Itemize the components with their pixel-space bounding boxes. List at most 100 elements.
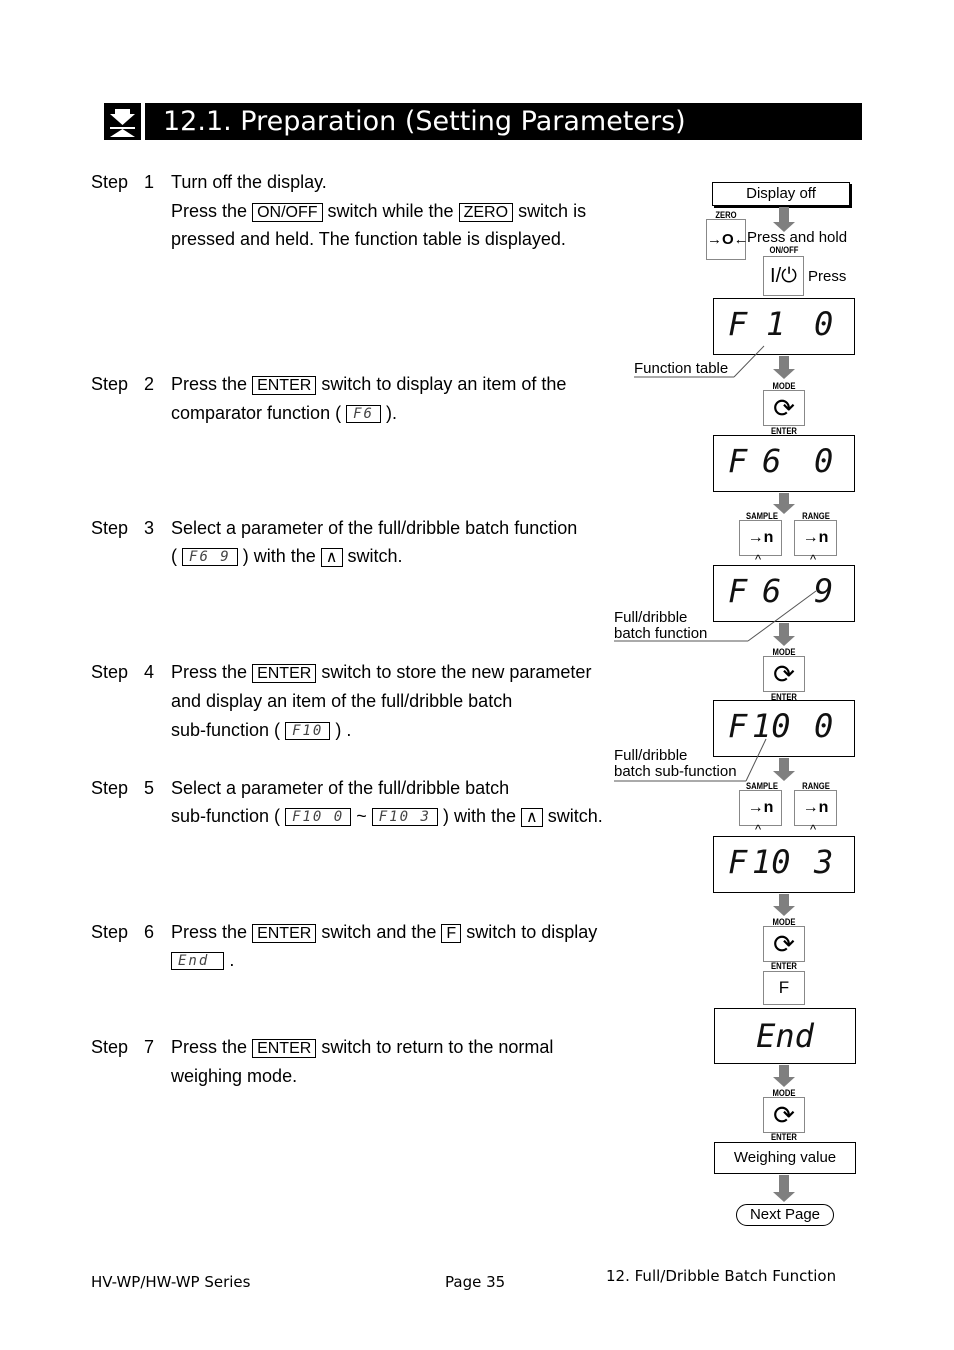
text: switch. [547, 806, 603, 826]
sample-up-button-icon: →n [739, 790, 782, 826]
lcd-char: F [728, 442, 748, 480]
mode-enter-button-icon: ⟳ [763, 926, 805, 962]
step-text: pressed and held. The function table is … [171, 229, 566, 249]
step-text: sub-function ( F10 0 ~ F10 3 ) with the … [171, 806, 603, 827]
text: switch while the [327, 201, 454, 221]
text: ) with the [442, 806, 516, 826]
onoff-key: ON/OFF [252, 203, 323, 222]
enter-key: ENTER [252, 664, 317, 683]
step-label: Step [91, 778, 129, 798]
step-number: 7 [144, 1037, 155, 1057]
lcd-display-end: End [714, 1008, 856, 1064]
step-label: Step [91, 922, 129, 942]
batch-function-note-line1: Full/dribble [614, 609, 688, 626]
weighing-value-box: Weighing value [714, 1142, 856, 1174]
step-text: Select a parameter of the full/dribble b… [171, 518, 578, 538]
text: . [229, 950, 235, 970]
step-number: 4 [144, 662, 155, 682]
flow-arrow [773, 758, 795, 781]
text: ) with the [242, 546, 316, 566]
enter-key: ENTER [252, 376, 317, 395]
lcd-char: F [728, 305, 748, 343]
lcd-display: F 10 3 [713, 836, 855, 893]
text: switch and the [321, 922, 437, 942]
step-number: 5 [144, 778, 155, 798]
text: switch to display [466, 922, 598, 942]
step-label: Step [91, 518, 129, 538]
step-text: comparator function ( F6 ). [171, 403, 397, 424]
up-caret-icon: ^ [810, 822, 817, 837]
text: switch to display an item of the [321, 374, 567, 394]
flow-arrow [773, 1175, 795, 1202]
text: switch to return to the normal [321, 1037, 554, 1057]
lcd-char: 10 [752, 843, 791, 881]
next-page-link[interactable]: Next Page [736, 1204, 834, 1226]
batch-sub-note-line1: Full/dribble [614, 747, 688, 764]
text: comparator function ( [171, 403, 342, 423]
up-caret-icon: ^ [755, 822, 762, 837]
segment-display-inline: F10 3 [371, 808, 438, 827]
lcd-char: F [728, 843, 748, 881]
step-text: weighing mode. [171, 1066, 298, 1086]
step-text: Press the ON/OFF switch while the ZERO s… [171, 201, 586, 222]
weighing-icon [104, 103, 141, 140]
flow-arrow [773, 1065, 795, 1087]
flow-arrow [773, 493, 795, 514]
text: ). [385, 403, 397, 423]
segment-display-inline: F10 [285, 722, 331, 741]
mode-enter-button-icon: ⟳ [763, 1097, 805, 1133]
up-key: ∧ [521, 808, 543, 827]
footer-page: Page 35 [445, 1273, 506, 1291]
f-button: F [763, 971, 805, 1005]
step-number: 2 [144, 374, 155, 394]
display-off-box: Display off [712, 182, 850, 206]
zero-button-icon: →O← [706, 219, 749, 260]
lcd-blinking-char: 0 [814, 707, 834, 745]
segment-display-inline: End [171, 952, 225, 971]
text: ~ [356, 806, 367, 826]
step-number: 3 [144, 518, 155, 538]
text: Press the [171, 922, 248, 942]
footer-section: 12. Full/Dribble Batch Function [606, 1267, 837, 1285]
text: Press the [171, 1037, 248, 1057]
step-text: sub-function ( F10 ) . [171, 720, 352, 741]
text: switch. [347, 546, 403, 566]
segment-display-inline: F10 0 [285, 808, 352, 827]
function-table-note: Function table [634, 360, 729, 377]
step-label: Step [91, 1037, 129, 1057]
step-text: Select a parameter of the full/dribble b… [171, 778, 510, 798]
step-text: Press the ENTER switch to display an ite… [171, 374, 566, 395]
text: Press the [171, 662, 248, 682]
enter-caption: ENTER [771, 961, 797, 971]
sample-up-button-icon: →n [739, 520, 782, 556]
zero-key: ZERO [458, 203, 514, 222]
flow-arrow [773, 207, 795, 232]
flow-arrow [773, 623, 795, 646]
step-text: and display an item of the full/dribble … [171, 691, 513, 711]
flow-arrow [773, 356, 795, 379]
flow-arrow [773, 894, 795, 916]
segment-display-inline: F6 [346, 405, 381, 424]
lcd-blinking-char: 3 [814, 843, 834, 881]
lcd-char: 6 [762, 442, 782, 480]
batch-function-note-line2: batch function [614, 625, 708, 642]
step-text: Press the ENTER switch to return to the … [171, 1037, 553, 1058]
step-text: Press the ENTER switch and the F switch … [171, 922, 597, 943]
step-label: Step [91, 374, 129, 394]
press-and-hold-label: Press and hold [747, 229, 848, 246]
press-label: Press [808, 268, 847, 285]
batch-sub-note-line2: batch sub-function [614, 763, 737, 780]
text: ) . [335, 720, 352, 740]
text: Press the [171, 201, 248, 221]
text: sub-function ( [171, 720, 281, 740]
lcd-blinking-char: 0 [814, 305, 834, 343]
onoff-button-icon: I/⏻ [763, 256, 804, 296]
step-label: Step [91, 172, 129, 192]
step-label: Step [91, 662, 129, 682]
enter-key: ENTER [252, 1039, 317, 1058]
lcd-display: F 6 0 [713, 435, 855, 492]
step-number: 1 [144, 172, 155, 192]
mode-enter-button-icon: ⟳ [763, 390, 805, 426]
range-up-button-icon: →n [794, 520, 837, 556]
section-title: 12.1. Preparation (Setting Parameters) [145, 103, 862, 140]
